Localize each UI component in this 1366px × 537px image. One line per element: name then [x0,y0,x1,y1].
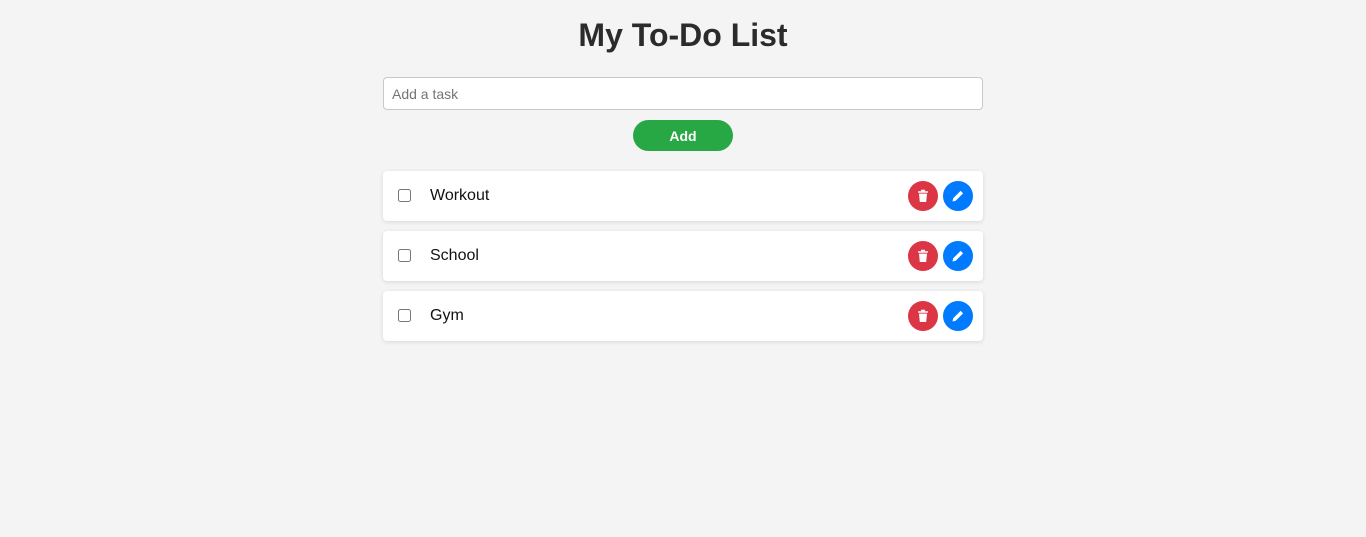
task-label: School [430,247,479,264]
pencil-icon [952,310,964,322]
pencil-icon [952,190,964,202]
todo-app: My To-Do List Add Workout School [0,0,1366,537]
delete-task-button[interactable] [908,301,938,331]
task-input[interactable] [383,77,983,110]
task-checkbox[interactable] [398,309,411,322]
trash-icon [918,309,928,322]
pencil-icon [952,250,964,262]
task-label: Gym [430,307,464,324]
delete-task-button[interactable] [908,181,938,211]
task-checkbox[interactable] [398,189,411,202]
delete-task-button[interactable] [908,241,938,271]
task-label: Workout [430,187,490,204]
edit-task-button[interactable] [943,301,973,331]
edit-task-button[interactable] [943,181,973,211]
page-title: My To-Do List [578,17,788,53]
trash-icon [918,249,928,262]
task-item: Gym [383,291,983,341]
task-list: Workout School Gym [383,171,983,351]
add-task-button[interactable]: Add [633,120,733,151]
task-checkbox[interactable] [398,249,411,262]
task-item: School [383,231,983,281]
edit-task-button[interactable] [943,241,973,271]
trash-icon [918,189,928,202]
task-item: Workout [383,171,983,221]
